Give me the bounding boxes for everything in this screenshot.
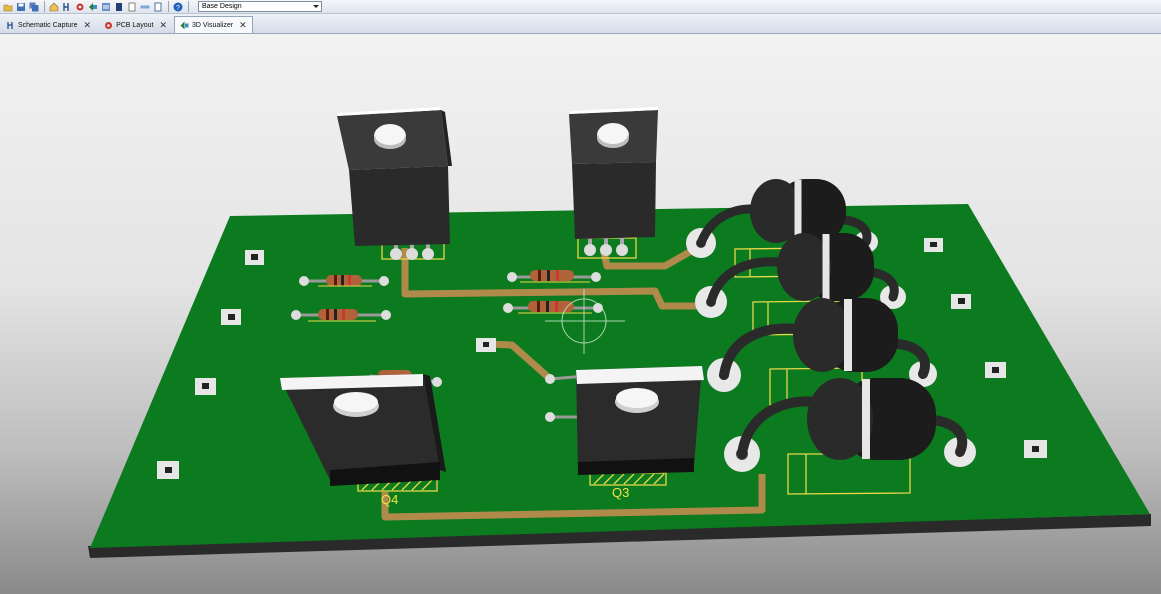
open-icon[interactable] — [2, 1, 13, 12]
pad-hole — [992, 367, 999, 373]
tab-label: Schematic Capture — [18, 21, 78, 29]
save-all-icon[interactable] — [28, 1, 39, 12]
toolbar-separator — [188, 1, 189, 12]
pcb-3d-scene[interactable]: Q4 Q3 — [0, 34, 1161, 594]
close-icon[interactable]: ✕ — [159, 20, 167, 30]
report-icon[interactable] — [126, 1, 137, 12]
home-icon[interactable] — [48, 1, 59, 12]
help-icon[interactable]: ? — [172, 1, 183, 12]
save-icon[interactable] — [15, 1, 26, 12]
pad-hole — [202, 383, 209, 389]
netlist-icon[interactable] — [61, 1, 72, 12]
design-select-value: Base Design — [202, 3, 242, 10]
tab-label: 3D Visualizer — [191, 21, 234, 29]
pad-hole — [228, 314, 235, 320]
pad-hole — [1032, 446, 1039, 452]
document-icon[interactable] — [113, 1, 124, 12]
print-icon[interactable] — [152, 1, 163, 12]
toolbar-separator — [44, 1, 45, 12]
main-toolbar: ? Base Design — [0, 0, 1161, 14]
3d-viewport[interactable]: Q4 Q3 — [0, 34, 1161, 594]
chevron-down-icon — [313, 5, 319, 8]
tab-3d-visualizer[interactable]: 3D Visualizer ✕ — [173, 16, 253, 33]
svg-text:?: ? — [176, 5, 180, 12]
pcb-icon — [104, 21, 113, 30]
gear-icon[interactable] — [74, 1, 85, 12]
tab-pcb-layout[interactable]: PCB Layout ✕ — [98, 16, 173, 33]
tab-schematic-capture[interactable]: Schematic Capture ✕ — [0, 16, 97, 33]
close-icon[interactable]: ✕ — [84, 20, 92, 30]
document-tab-bar: Schematic Capture ✕ PCB Layout ✕ 3D Visu… — [0, 14, 1161, 34]
bom-icon[interactable] — [100, 1, 111, 12]
q4-designator: Q4 — [381, 492, 398, 507]
3d-icon — [180, 21, 189, 30]
close-icon[interactable]: ✕ — [239, 20, 247, 30]
pad-hole — [251, 254, 258, 260]
ruler-icon[interactable] — [139, 1, 150, 12]
pad-hole — [958, 298, 965, 304]
design-variant-select[interactable]: Base Design — [198, 1, 322, 12]
pad-hole — [483, 342, 489, 347]
tab-label: PCB Layout — [116, 21, 154, 29]
pad-hole — [930, 242, 937, 247]
transistor-to220-top-right — [569, 107, 658, 259]
transistor-q3 — [576, 366, 704, 486]
toolbar-separator — [168, 1, 169, 12]
back-icon[interactable] — [87, 1, 98, 12]
q3-designator: Q3 — [612, 485, 629, 500]
schematic-icon — [6, 21, 15, 30]
pad-hole — [165, 467, 172, 473]
